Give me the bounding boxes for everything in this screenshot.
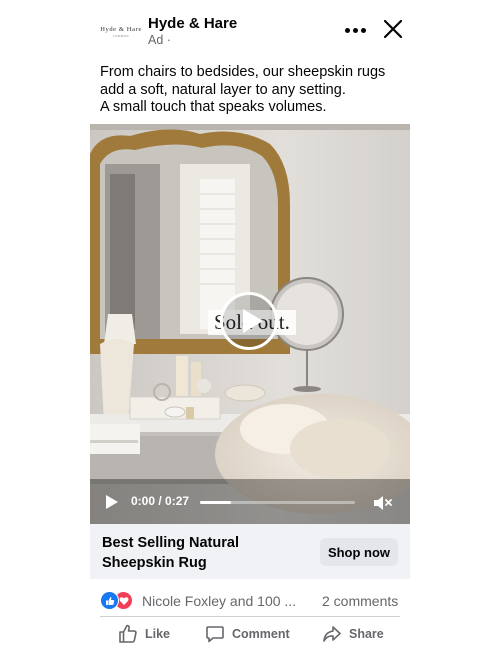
like-reaction-icon	[100, 591, 119, 610]
page-avatar[interactable]: Hyde & Hare LONDON	[100, 14, 142, 50]
product-title-line: Sheepskin Rug	[102, 555, 207, 571]
comment-label: Comment	[232, 627, 290, 641]
comment-count[interactable]: 2 comments	[322, 593, 398, 609]
post-caption: From chairs to bedsides, our sheepskin r…	[100, 64, 405, 117]
comment-button[interactable]: Comment	[205, 620, 290, 648]
reaction-names[interactable]: Nicole Foxley and 100 ...	[142, 593, 296, 609]
logo-tagline: LONDON	[113, 34, 129, 38]
product-title-line: Best Selling Natural	[102, 535, 239, 551]
share-icon	[323, 626, 341, 642]
close-icon[interactable]	[382, 18, 404, 40]
play-icon[interactable]	[220, 292, 278, 350]
sponsored-label: Ad ·	[148, 33, 171, 47]
divider	[100, 616, 400, 617]
shop-now-button[interactable]: Shop now	[320, 538, 398, 566]
product-title[interactable]: Best Selling Natural Sheepskin Rug	[102, 533, 292, 573]
share-button[interactable]: Share	[322, 620, 384, 648]
like-button[interactable]: Like	[118, 620, 170, 648]
caption-line: From chairs to bedsides, our sheepskin r…	[100, 64, 386, 80]
like-label: Like	[145, 627, 171, 641]
ad-post: Hyde & Hare LONDON Hyde & Hare Ad · From…	[90, 0, 410, 665]
play-icon[interactable]	[106, 495, 118, 509]
video-progress-bar[interactable]	[200, 501, 355, 504]
caption-line: add a soft, natural layer to any setting…	[100, 81, 346, 98]
more-options-icon[interactable]	[342, 20, 368, 40]
video-controls: 0:00 / 0:27	[90, 484, 410, 524]
comment-icon	[206, 626, 224, 643]
video-player[interactable]: Sold out. 0:00 / 0:27	[90, 124, 410, 524]
thumbs-up-icon	[119, 624, 137, 643]
page-name[interactable]: Hyde & Hare	[148, 15, 237, 32]
action-bar: Like Comment Share	[90, 620, 410, 650]
reactions[interactable]	[100, 591, 140, 610]
video-progress-fill	[200, 501, 231, 504]
cta-bar[interactable]: Best Selling Natural Sheepskin Rug Shop …	[90, 524, 410, 579]
engagement-stats: Nicole Foxley and 100 ... 2 comments	[90, 588, 410, 612]
share-label: Share	[349, 627, 384, 641]
video-time: 0:00 / 0:27	[131, 494, 190, 508]
logo-text: Hyde & Hare	[100, 26, 142, 33]
post-header: Hyde & Hare LONDON Hyde & Hare Ad ·	[90, 12, 410, 52]
caption-line: A small touch that speaks volumes.	[100, 99, 327, 115]
volume-muted-icon[interactable]	[372, 493, 394, 513]
